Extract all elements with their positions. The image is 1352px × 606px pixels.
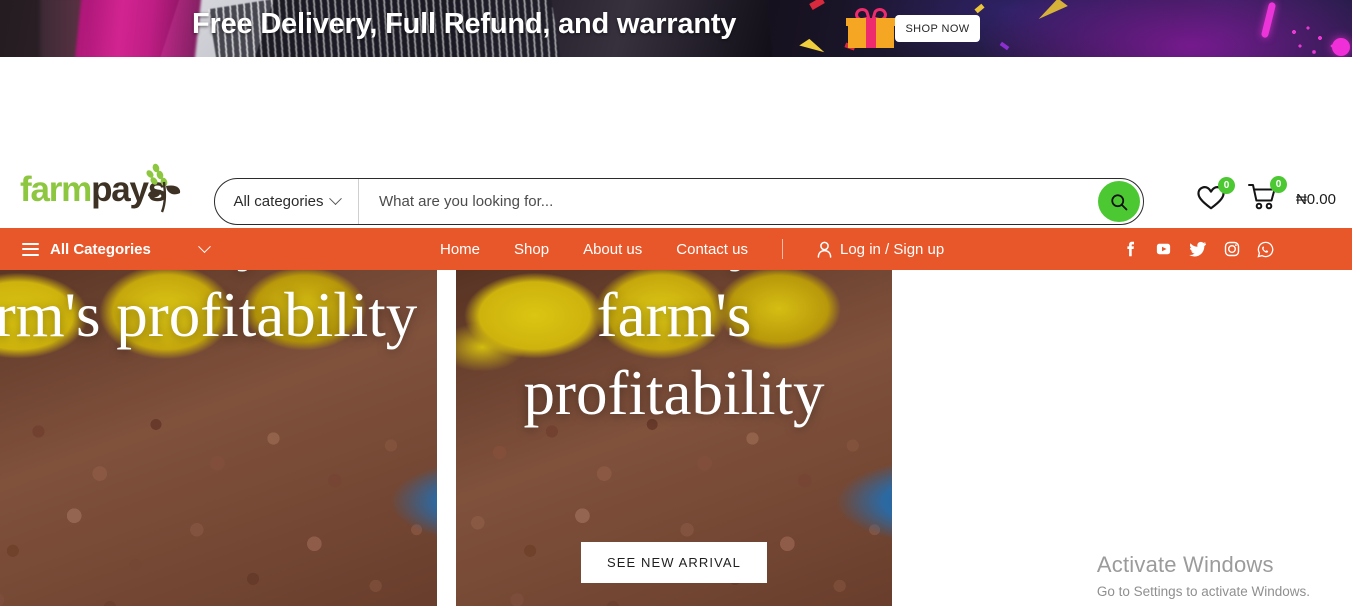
windows-activation-title: Activate Windows xyxy=(1096,552,1274,577)
all-categories-menu-button[interactable]: All Categories xyxy=(22,239,211,258)
see-new-arrival-button[interactable]: SEE NEW ARRIVAL xyxy=(580,542,768,583)
nav-link-about-us[interactable]: About us xyxy=(583,241,642,258)
wishlist-count-badge: 0 xyxy=(1217,176,1235,194)
search-input[interactable] xyxy=(359,179,1143,224)
banner-confetti-pink-dot xyxy=(1332,38,1350,56)
windows-activation-subtitle: Go to Settings to activate Windows. xyxy=(1096,584,1310,599)
promo-headline: Free Delivery, Full Refund, and warranty xyxy=(192,8,737,40)
facebook-icon[interactable] xyxy=(1122,241,1138,257)
user-icon xyxy=(817,241,832,258)
twitter-icon[interactable] xyxy=(1189,241,1207,257)
hero-slide-2[interactable]: Increase your farm's profitability SEE N… xyxy=(456,270,892,606)
gift-box-icon xyxy=(846,6,896,48)
cart-total-amount: ₦0.00 xyxy=(1295,191,1336,208)
wishlist-button[interactable]: 0 xyxy=(1196,176,1235,216)
promo-banner: Free Delivery, Full Refund, and warranty… xyxy=(0,0,1352,57)
hero-carousel: Increase your farm's profitability Incre… xyxy=(0,270,1352,606)
chevron-down-icon xyxy=(198,239,211,253)
category-dropdown-label: All categories xyxy=(233,193,324,210)
logo-text-farm: farm xyxy=(20,170,92,209)
cart-count-badge: 0 xyxy=(1269,176,1287,193)
instagram-icon[interactable] xyxy=(1224,241,1240,257)
youtube-icon[interactable] xyxy=(1155,241,1172,257)
nav-link-shop[interactable]: Shop xyxy=(514,241,549,258)
site-header: farm pays All categories What are you lo… xyxy=(0,57,1352,228)
main-navbar: All Categories Home Shop About us Contac… xyxy=(0,228,1352,270)
hero-slide-1[interactable]: Increase your farm's profitability xyxy=(0,270,437,606)
wheat-plant-icon xyxy=(146,163,181,213)
social-links xyxy=(1122,228,1274,270)
nav-link-contact-us[interactable]: Contact us xyxy=(676,241,748,258)
search-icon xyxy=(1111,193,1128,210)
header-action-icons: 0 0 ₦0.00 xyxy=(1196,176,1336,216)
login-signup-label: Log in / Sign up xyxy=(840,240,945,258)
hero-slide-1-overlay xyxy=(0,270,437,606)
nav-link-home[interactable]: Home xyxy=(440,241,480,258)
shop-now-button[interactable]: SHOP NOW xyxy=(895,15,980,42)
chevron-down-icon xyxy=(328,192,342,206)
search-bar: All categories xyxy=(214,178,1144,225)
nav-divider xyxy=(782,239,783,259)
search-submit-button[interactable] xyxy=(1098,181,1140,222)
whatsapp-icon[interactable] xyxy=(1257,241,1274,258)
windows-activation-watermark: Activate Windows Go to Settings to activ… xyxy=(1097,552,1310,599)
hamburger-menu-icon xyxy=(22,242,39,256)
category-dropdown[interactable]: All categories xyxy=(215,179,359,224)
banner-decor-magenta xyxy=(74,0,202,57)
cart-button[interactable]: 0 xyxy=(1247,176,1287,216)
nav-links: Home Shop About us Contact us Log in / S… xyxy=(440,228,944,270)
all-categories-label: All Categories xyxy=(50,240,151,258)
login-signup-link[interactable]: Log in / Sign up xyxy=(817,241,944,258)
